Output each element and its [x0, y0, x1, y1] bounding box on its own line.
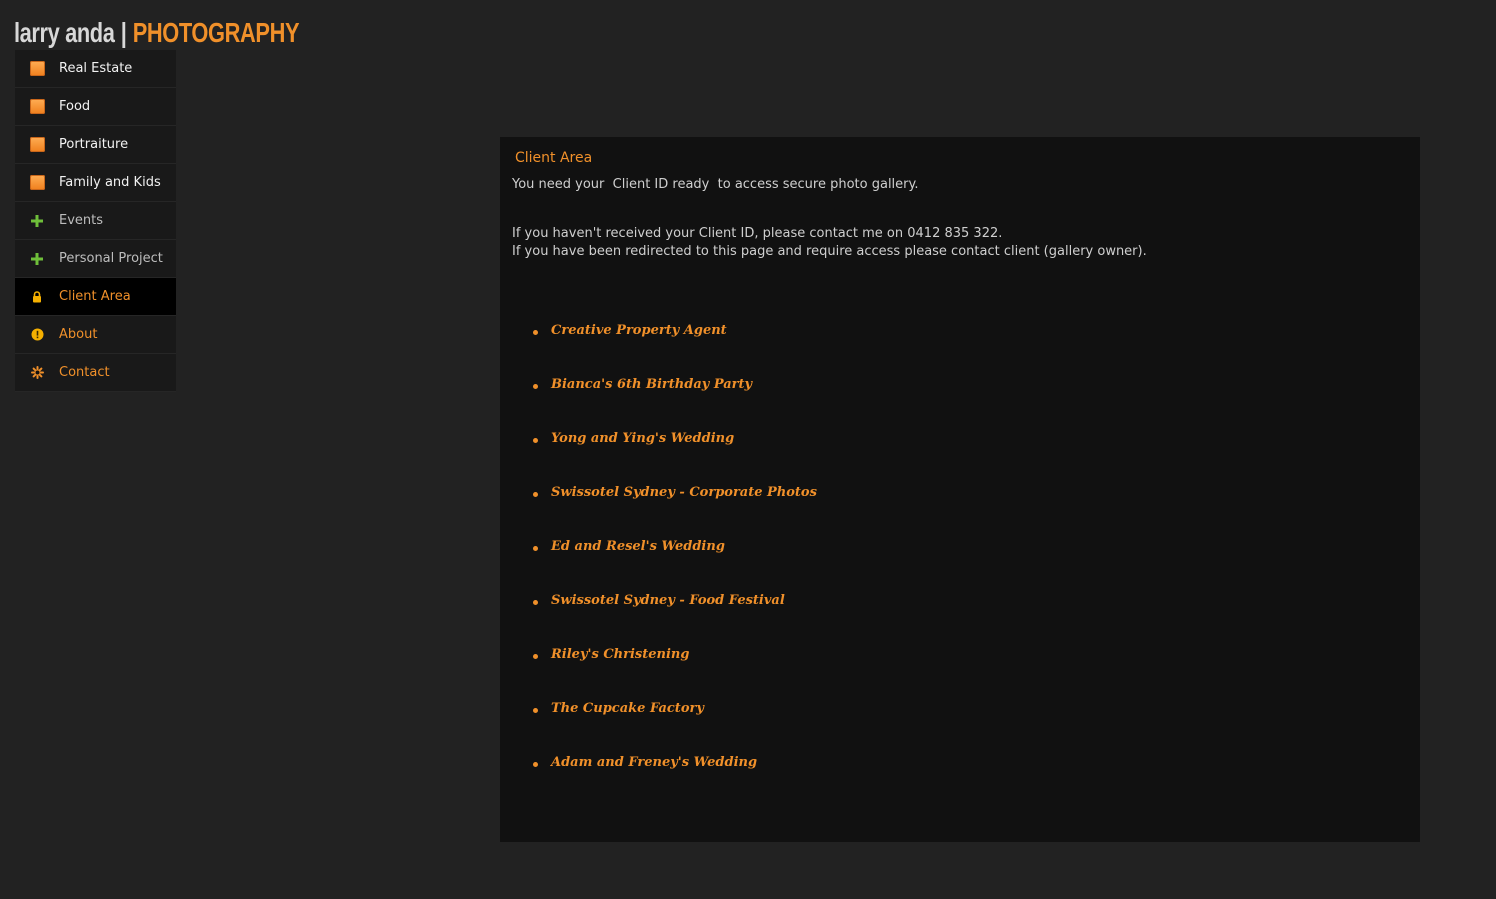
bullet-icon	[533, 438, 538, 443]
green-plus-icon	[15, 214, 59, 227]
nav-item-portraiture[interactable]: Portraiture	[15, 126, 176, 164]
list-item: Creative Property Agent	[530, 323, 817, 377]
lock-icon	[15, 290, 59, 303]
list-item: Swissotel Sydney - Corporate Photos	[530, 485, 817, 539]
gallery-link[interactable]: Swissotel Sydney - Food Festival	[551, 593, 785, 608]
nav-item-contact[interactable]: Contact	[15, 354, 176, 392]
list-item: Adam and Freney's Wedding	[530, 755, 817, 809]
nav-item-real-estate[interactable]: Real Estate	[15, 50, 176, 88]
bullet-icon	[533, 654, 538, 659]
bullet-icon	[533, 546, 538, 551]
nav-item-label: Portraiture	[59, 137, 129, 152]
bullet-icon	[533, 600, 538, 605]
bullet-icon	[533, 708, 538, 713]
bullet-icon	[533, 762, 538, 767]
site-logo[interactable]: larry anda | PHOTOGRAPHY	[14, 14, 300, 52]
bullet-icon	[533, 384, 538, 389]
contact-note: If you haven't received your Client ID, …	[512, 225, 1147, 261]
orange-square-icon	[15, 175, 59, 190]
nav-item-label: Events	[59, 213, 104, 228]
list-item: Bianca's 6th Birthday Party	[530, 377, 817, 431]
contact-note-line: If you haven't received your Client ID, …	[512, 226, 1003, 241]
bullet-icon	[533, 330, 538, 335]
nav-item-label: Real Estate	[59, 61, 133, 76]
orange-square-icon	[15, 99, 59, 114]
nav-item-label: Contact	[59, 365, 110, 380]
gallery-list: Creative Property Agent Bianca's 6th Bir…	[530, 323, 817, 809]
list-item: Yong and Ying's Wedding	[530, 431, 817, 485]
bullet-icon	[533, 492, 538, 497]
logo-separator: |	[120, 17, 127, 48]
gallery-link[interactable]: Riley's Christening	[551, 647, 689, 662]
gallery-link[interactable]: The Cupcake Factory	[551, 701, 704, 716]
gallery-link[interactable]: Bianca's 6th Birthday Party	[551, 377, 752, 392]
contact-note-line: If you have been redirected to this page…	[512, 244, 1147, 259]
intro-text: You need your Client ID ready to access …	[512, 177, 919, 192]
logo-brand: PHOTOGRAPHY	[132, 17, 300, 48]
nav-item-events[interactable]: Events	[15, 202, 176, 240]
orange-square-icon	[15, 61, 59, 76]
gallery-link[interactable]: Adam and Freney's Wedding	[551, 755, 757, 770]
gallery-link[interactable]: Ed and Resel's Wedding	[551, 539, 725, 554]
nav-item-food[interactable]: Food	[15, 88, 176, 126]
sidebar-nav: Real Estate Food Portraiture Family and …	[15, 50, 176, 392]
green-plus-icon	[15, 252, 59, 265]
gallery-link[interactable]: Swissotel Sydney - Corporate Photos	[551, 485, 817, 500]
list-item: Swissotel Sydney - Food Festival	[530, 593, 817, 647]
list-item: The Cupcake Factory	[530, 701, 817, 755]
nav-item-label: Personal Project	[59, 251, 163, 266]
gallery-link[interactable]: Creative Property Agent	[551, 323, 727, 338]
logo-name: larry anda	[14, 17, 115, 48]
nav-item-label: About	[59, 327, 98, 342]
nav-item-label: Food	[59, 99, 91, 114]
gallery-link[interactable]: Yong and Ying's Wedding	[551, 431, 734, 446]
list-item: Riley's Christening	[530, 647, 817, 701]
nav-item-label: Client Area	[59, 289, 131, 304]
nav-item-label: Family and Kids	[59, 175, 161, 190]
list-item: Ed and Resel's Wedding	[530, 539, 817, 593]
asterisk-icon	[15, 366, 59, 379]
nav-item-about[interactable]: About	[15, 316, 176, 354]
page-title: Client Area	[515, 150, 593, 166]
orange-square-icon	[15, 137, 59, 152]
nav-item-family-and-kids[interactable]: Family and Kids	[15, 164, 176, 202]
nav-item-personal-project[interactable]: Personal Project	[15, 240, 176, 278]
info-icon	[15, 328, 59, 341]
client-area-panel: Client Area You need your Client ID read…	[500, 137, 1420, 842]
nav-item-client-area[interactable]: Client Area	[15, 278, 176, 316]
